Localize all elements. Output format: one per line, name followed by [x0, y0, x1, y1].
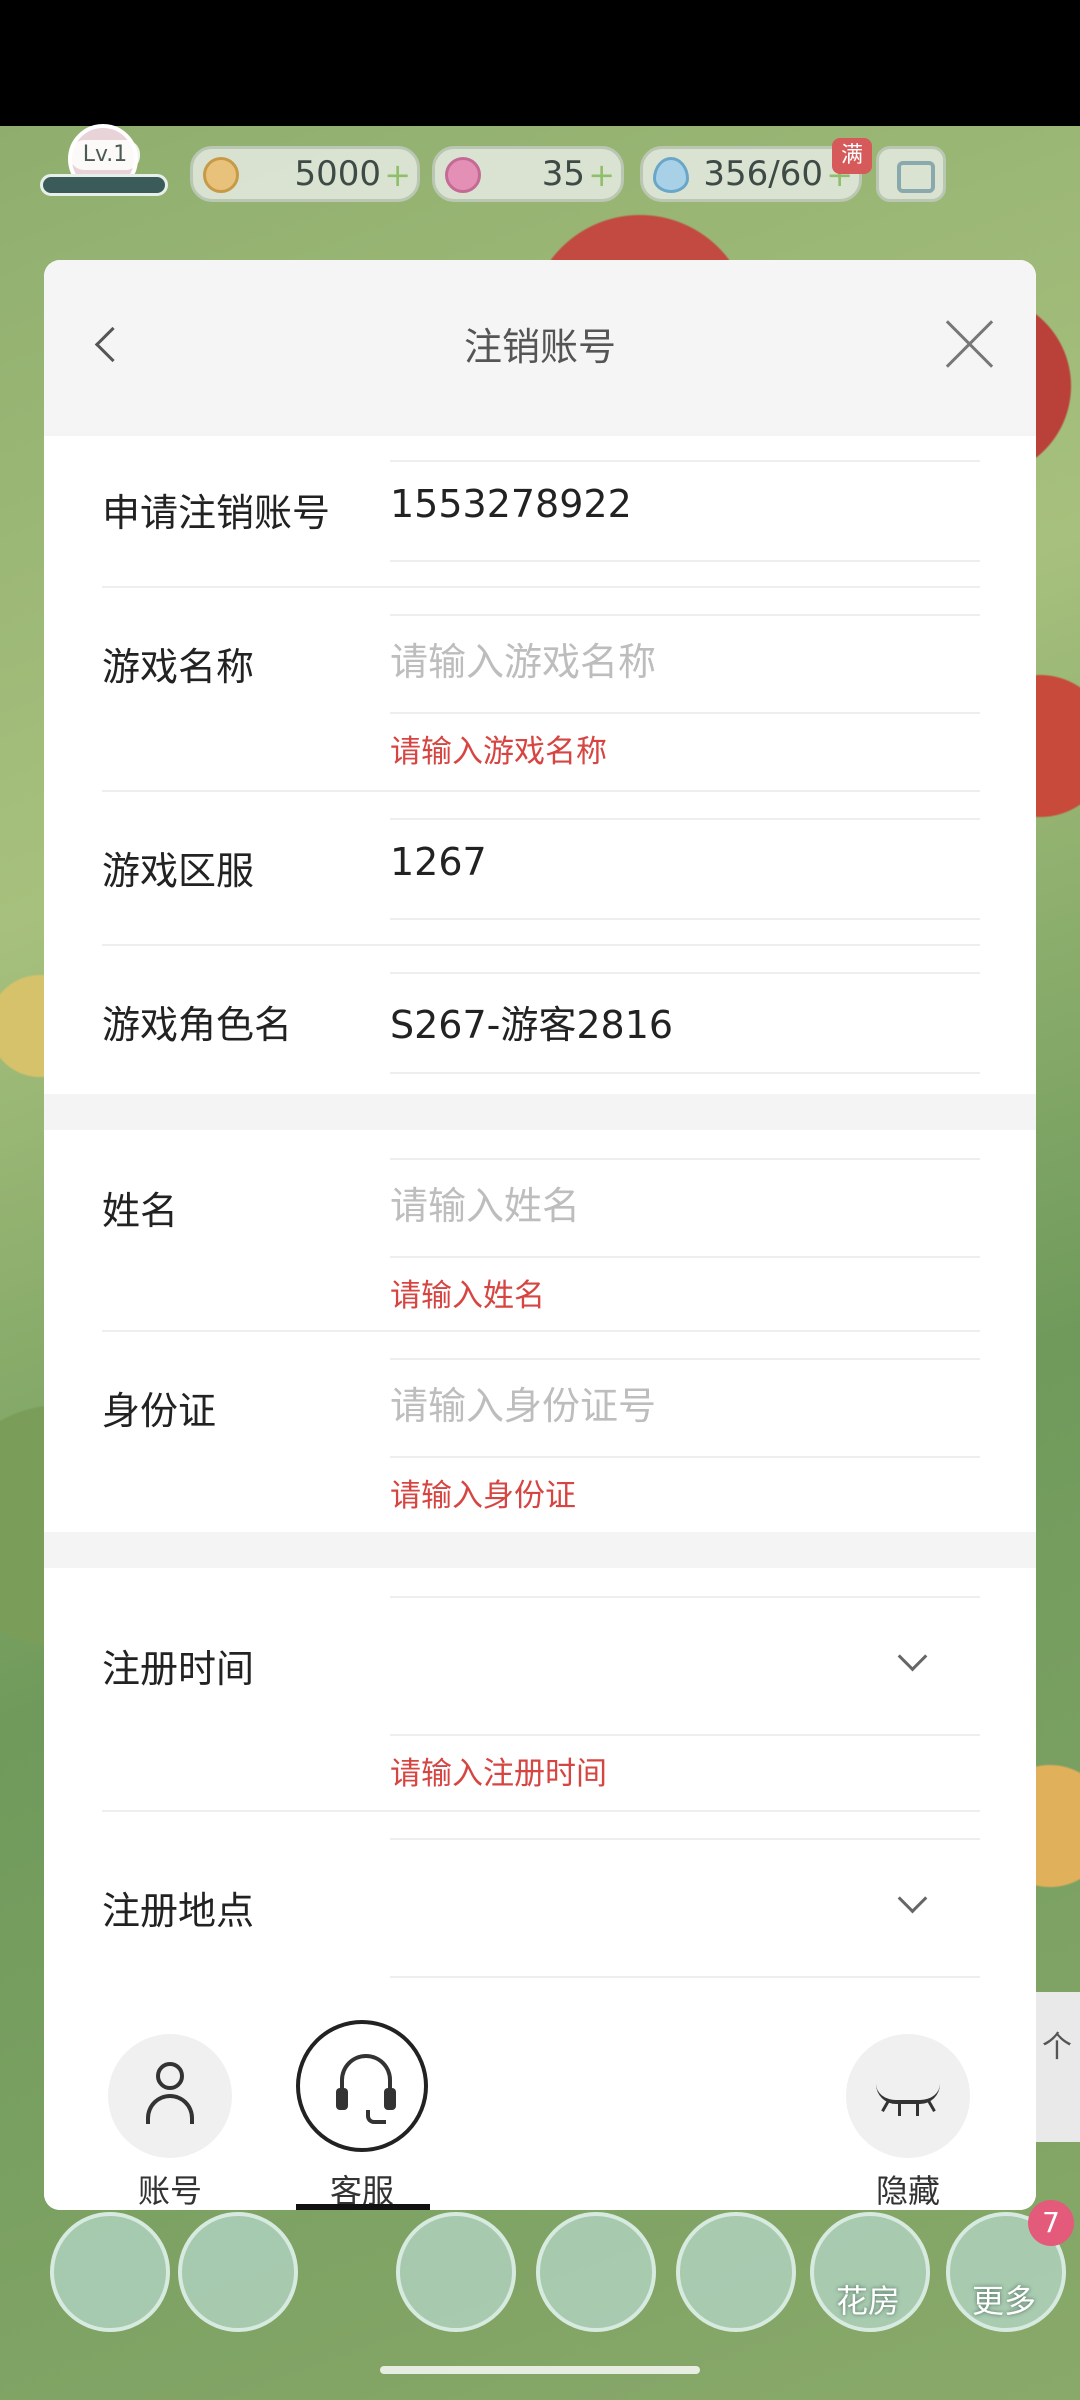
box-button[interactable] — [676, 2212, 796, 2332]
role-value: S267-游客2816 — [390, 1003, 674, 1047]
water-drop-icon — [653, 157, 689, 193]
more-label: 更多 — [972, 2282, 1037, 2320]
divider — [390, 1072, 980, 1074]
hide-button[interactable] — [846, 2034, 970, 2158]
customer-service-button[interactable] — [296, 2020, 428, 2152]
coin-value: 5000 — [294, 154, 381, 194]
game-name-input[interactable] — [390, 632, 980, 692]
notification-badge: 7 — [1028, 2200, 1074, 2246]
registration-section: 注册时间 请输入注册时间 注册地点 — [44, 1568, 1036, 2008]
divider — [102, 790, 980, 792]
deregister-account-modal: 注销账号 申请注销账号 1553278922 游戏名称 请输入游戏名称 游戏区服… — [44, 260, 1036, 2210]
server-value: 1267 — [390, 840, 487, 884]
garden-button[interactable] — [178, 2212, 298, 2332]
water-counter[interactable]: 356/60 + — [640, 146, 862, 202]
role-row: 游戏角色名 S267-游客2816 — [44, 972, 1036, 1072]
id-card-label: 身份证 — [102, 1389, 217, 1433]
account-label: 账号 — [137, 2172, 202, 2210]
side-scroll-tab[interactable]: 个 — [1036, 1992, 1080, 2142]
role-label: 游戏角色名 — [102, 1003, 293, 1047]
reg-place-label: 注册地点 — [102, 1889, 255, 1933]
home-button[interactable] — [50, 2212, 170, 2332]
divider — [390, 1734, 980, 1736]
id-card-error: 请输入身份证 — [390, 1478, 576, 1514]
divider — [102, 1810, 980, 1812]
camera-icon[interactable] — [876, 146, 946, 202]
water-value: 356/60 — [703, 154, 823, 194]
name-label: 姓名 — [102, 1189, 179, 1233]
modal-header: 注销账号 — [44, 260, 1036, 432]
reg-place-row[interactable]: 注册地点 — [44, 1838, 1036, 1988]
divider — [390, 1256, 980, 1258]
account-label: 申请注销账号 — [102, 491, 331, 535]
game-info-section: 申请注销账号 1553278922 游戏名称 请输入游戏名称 游戏区服 1267… — [44, 436, 1036, 1094]
player-avatar[interactable]: Lv.1 — [40, 124, 168, 234]
water-full-badge: 满 — [832, 138, 872, 174]
level-label: Lv.1 — [70, 140, 140, 170]
reg-time-row[interactable]: 注册时间 请输入注册时间 — [44, 1596, 1036, 1806]
divider — [102, 586, 980, 588]
level-progress-bar — [40, 174, 168, 196]
star-icon — [445, 157, 481, 193]
divider — [390, 1456, 980, 1458]
server-label: 游戏区服 — [102, 849, 255, 893]
account-value: 1553278922 — [390, 482, 632, 526]
storage-button[interactable] — [536, 2212, 656, 2332]
identity-section: 姓名 请输入姓名 身份证 请输入身份证 — [44, 1130, 1036, 1532]
clock-button[interactable] — [396, 2212, 516, 2332]
account-button[interactable] — [108, 2034, 232, 2158]
modal-title: 注销账号 — [463, 325, 616, 369]
game-name-row: 游戏名称 请输入游戏名称 — [44, 614, 1036, 794]
bottom-nav: 账号 客服 隐藏 — [44, 2008, 1036, 2210]
account-row: 申请注销账号 1553278922 — [44, 460, 1036, 560]
divider — [390, 1976, 980, 1978]
name-input[interactable] — [390, 1176, 980, 1236]
divider — [390, 918, 980, 920]
person-icon — [146, 2062, 194, 2130]
reg-time-label: 注册时间 — [102, 1647, 255, 1691]
chevron-down-icon[interactable] — [896, 1646, 926, 1676]
divider — [390, 560, 980, 562]
home-indicator[interactable] — [380, 2366, 700, 2374]
star-counter[interactable]: 35 + — [432, 146, 624, 202]
headset-icon — [336, 2054, 396, 2124]
reg-time-error: 请输入注册时间 — [390, 1756, 607, 1792]
divider — [102, 944, 980, 946]
hide-label: 隐藏 — [875, 2172, 940, 2210]
side-tab-label: 个 — [1042, 2030, 1072, 2065]
coin-icon — [203, 157, 239, 193]
plus-icon: + — [588, 156, 615, 194]
status-bar — [0, 0, 1080, 126]
game-name-label: 游戏名称 — [102, 645, 255, 689]
chevron-down-icon[interactable] — [896, 1888, 926, 1918]
game-name-error: 请输入游戏名称 — [390, 734, 607, 770]
server-row: 游戏区服 1267 — [44, 818, 1036, 918]
id-card-row: 身份证 请输入身份证 — [44, 1358, 1036, 1538]
active-tab-indicator — [296, 2204, 430, 2210]
id-card-input[interactable] — [390, 1376, 980, 1436]
flower-house-label: 花房 — [836, 2282, 901, 2320]
name-row: 姓名 请输入姓名 — [44, 1158, 1036, 1338]
game-hud: Lv.1 5000 + 35 + 356/60 + 满 — [0, 124, 1080, 222]
closed-eye-icon — [876, 2084, 940, 2116]
divider — [102, 1330, 980, 1332]
coin-counter[interactable]: 5000 + — [190, 146, 420, 202]
plus-icon: + — [384, 156, 411, 194]
divider — [390, 712, 980, 714]
name-error: 请输入姓名 — [390, 1278, 545, 1314]
star-value: 35 — [541, 154, 585, 194]
close-icon[interactable] — [940, 312, 1000, 372]
